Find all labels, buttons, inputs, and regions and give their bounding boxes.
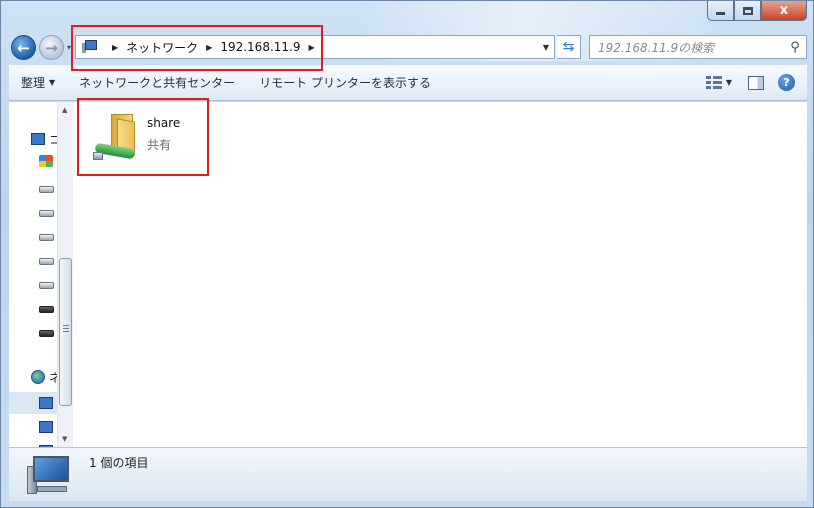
nav-item-network-host[interactable] xyxy=(9,392,61,414)
maximize-icon xyxy=(742,6,753,15)
network-computer-icon xyxy=(82,40,98,54)
shared-folder-icon xyxy=(93,112,141,160)
network-computer-icon xyxy=(27,456,71,496)
chevron-down-icon: ▼ xyxy=(49,78,56,87)
network-icon xyxy=(31,370,45,384)
close-icon: x xyxy=(779,3,789,18)
computer-icon xyxy=(31,133,45,145)
folder-item-share[interactable]: share 共有 xyxy=(93,108,213,168)
network-sharing-center-label: ネットワークと共有センター xyxy=(79,76,236,90)
caption-buttons: x xyxy=(707,1,807,21)
item-count: 1 個の項目 xyxy=(89,456,149,470)
navigation-scrollbar[interactable]: ▲ ▼ xyxy=(57,102,73,447)
drive-icon xyxy=(39,257,54,265)
windows-drive-icon xyxy=(39,155,53,167)
forward-button[interactable]: → xyxy=(39,35,64,60)
recent-pages-dropdown-icon[interactable]: ▾ xyxy=(67,43,71,52)
maximize-button[interactable] xyxy=(734,1,761,21)
nav-item-drive[interactable] xyxy=(9,178,61,200)
nav-item-network-host[interactable] xyxy=(9,440,61,447)
folder-name: share xyxy=(147,116,181,130)
nav-item-removable-drive[interactable] xyxy=(9,298,61,320)
breadcrumb-separator-icon[interactable]: ▶ xyxy=(206,43,212,52)
back-button[interactable]: ← xyxy=(11,35,36,60)
nav-item-drive[interactable] xyxy=(9,250,61,272)
drive-icon xyxy=(39,185,54,193)
file-list: share 共有 xyxy=(73,102,807,447)
details-pane: 1 個の項目 xyxy=(9,447,807,501)
command-bar: 整理 ▼ ネットワークと共有センター リモート プリンターを表示する ▼ ? xyxy=(9,65,807,101)
breadcrumb-network[interactable]: ネットワーク xyxy=(126,39,198,56)
address-bar[interactable]: ▶ ネットワーク ▶ 192.168.11.9 ▶ ▼ xyxy=(75,35,555,59)
search-input[interactable]: 192.168.11.9の検索 xyxy=(598,39,784,56)
nav-item-drive[interactable] xyxy=(9,274,61,296)
address-dropdown-icon[interactable]: ▼ xyxy=(538,43,554,52)
show-remote-printers-button[interactable]: リモート プリンターを表示する xyxy=(247,65,443,100)
organize-label: 整理 xyxy=(21,76,46,90)
scroll-down-icon[interactable]: ▼ xyxy=(62,435,67,443)
nav-item-network-host[interactable] xyxy=(9,416,61,438)
breadcrumb-host[interactable]: 192.168.11.9 xyxy=(220,40,300,54)
toolbar-right: ▼ ? xyxy=(698,65,807,100)
change-view-icon[interactable] xyxy=(705,75,722,90)
network-sharing-center-button[interactable]: ネットワークと共有センター xyxy=(67,65,247,100)
removable-drive-icon xyxy=(39,305,54,313)
search-icon[interactable]: ⚲ xyxy=(784,40,806,55)
breadcrumb-separator-icon[interactable]: ▶ xyxy=(112,43,118,52)
drive-icon xyxy=(39,233,54,241)
nav-item-removable-drive[interactable] xyxy=(9,322,61,344)
forward-arrow-icon: → xyxy=(45,38,58,57)
drive-icon xyxy=(39,209,54,217)
nav-item-computer[interactable]: コ xyxy=(9,128,61,150)
scroll-up-icon[interactable]: ▲ xyxy=(62,106,67,114)
computer-icon xyxy=(39,421,53,433)
computer-icon xyxy=(39,397,53,409)
help-icon[interactable]: ? xyxy=(778,74,795,91)
organize-button[interactable]: 整理 ▼ xyxy=(9,65,67,100)
nav-item-network[interactable]: ネ xyxy=(9,366,61,388)
search-box[interactable]: 192.168.11.9の検索 ⚲ xyxy=(589,35,807,59)
breadcrumb-separator-icon[interactable]: ▶ xyxy=(308,43,314,52)
minimize-button[interactable] xyxy=(707,1,734,21)
minimize-icon xyxy=(716,12,725,15)
scrollbar-thumb[interactable] xyxy=(59,258,72,406)
show-remote-printers-label: リモート プリンターを表示する xyxy=(259,76,432,90)
grip-icon xyxy=(63,325,69,334)
nav-item-drive[interactable] xyxy=(9,226,61,248)
folder-type: 共有 xyxy=(147,138,172,152)
removable-drive-icon xyxy=(39,329,54,337)
window-frame: x ← → ▾ ▶ ネットワーク ▶ 192.168.11.9 ▶ ▼ ⇆ 19… xyxy=(0,0,814,508)
close-button[interactable]: x xyxy=(761,1,807,21)
nav-item-system-drive[interactable] xyxy=(9,150,61,172)
preview-pane-icon[interactable] xyxy=(748,75,764,90)
drive-icon xyxy=(39,281,54,289)
view-options-dropdown-icon[interactable]: ▼ xyxy=(726,78,732,87)
refresh-button[interactable]: ⇆ xyxy=(557,35,581,59)
refresh-icon: ⇆ xyxy=(562,39,575,55)
nav-item-drive[interactable] xyxy=(9,202,61,224)
back-arrow-icon: ← xyxy=(17,38,30,57)
